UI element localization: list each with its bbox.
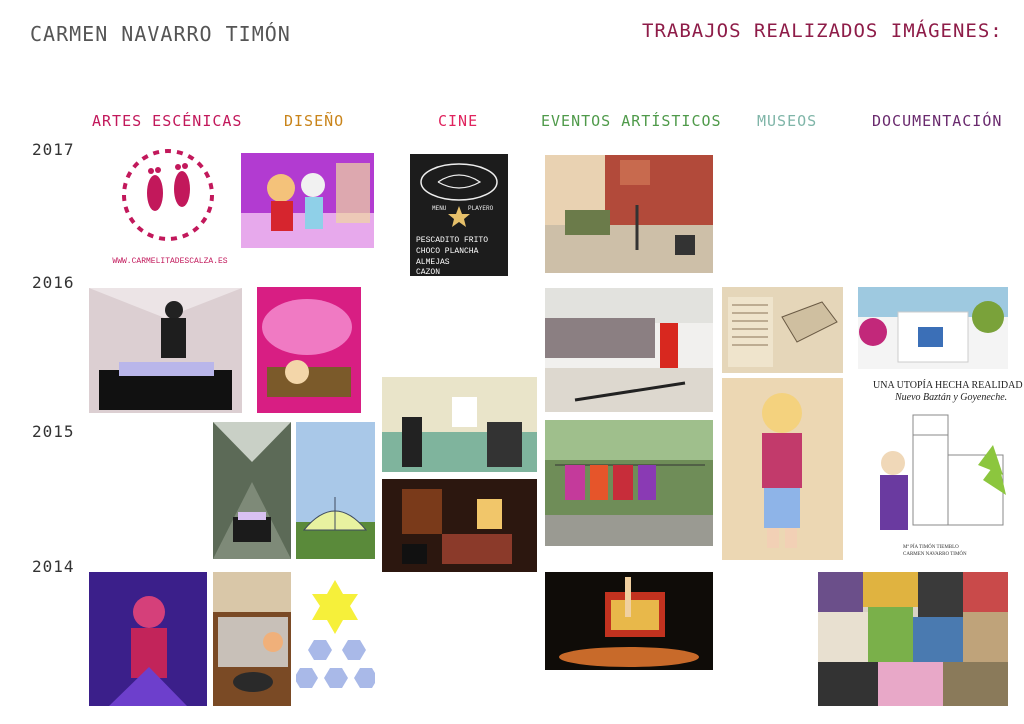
- museum-text-line1: UNA UTOPÍA HECHA REALIDAD: [873, 380, 1023, 391]
- illustration-museum-character: [722, 378, 843, 560]
- category-cine: CINE: [438, 112, 479, 130]
- museum-credit-2: CARMEN NAVARRO TIMÓN: [903, 552, 967, 557]
- year-2014: 2014: [32, 557, 75, 576]
- graphic-hexagon-pattern: [296, 578, 375, 697]
- menu-chalkboard: MENU PLAYERO PESCADITO FRITO CHOCO PLANC…: [410, 154, 508, 276]
- playero-label: PLAYERO: [468, 205, 494, 212]
- illustration-nuevo-baztan: [858, 405, 1008, 543]
- photo-documentacion-house: [858, 287, 1008, 369]
- logo-url: WWW.CARMELITADESCALZA.ES: [112, 257, 227, 266]
- category-diseno: DISEÑO: [284, 112, 345, 130]
- photo-film-set-bedroom: [382, 479, 537, 572]
- menu-line-4: CAZON: [416, 268, 440, 276]
- collage-documentacion: [818, 572, 1008, 706]
- menu-line-3: ALMEJAS: [416, 258, 450, 267]
- photo-theatre-stage: [545, 572, 713, 670]
- category-museos: MUSEOS: [757, 112, 818, 130]
- museum-credit-1: Mª PÍA TIMÓN TIEMBLO: [903, 545, 959, 550]
- year-2017: 2017: [32, 140, 75, 159]
- photo-film-set-room: [382, 377, 537, 472]
- page-title: TRABAJOS REALIZADOS IMÁGENES:: [642, 20, 1003, 42]
- year-2015: 2015: [32, 422, 75, 441]
- photo-museum-panel: [722, 287, 843, 373]
- photo-outdoor-fabrics: [545, 420, 713, 546]
- author-name: CARMEN NAVARRO TIMÓN: [30, 22, 291, 46]
- photo-diseno-pink-object: [257, 287, 361, 413]
- photo-street-performance: [545, 288, 713, 412]
- photo-dome-tent: [296, 422, 375, 559]
- photo-castle-event: [545, 155, 713, 273]
- footprints-logo: WWW.CARMELITADESCALZA.ES: [110, 145, 230, 270]
- photo-tent-performance: [213, 422, 291, 559]
- menu-line-2: CHOCO PLANCHA: [416, 247, 479, 256]
- photo-puppet-stage: [89, 288, 242, 413]
- category-documentacion: DOCUMENTACIÓN: [872, 112, 1003, 130]
- year-2016: 2016: [32, 273, 75, 292]
- menu-label: MENU: [432, 205, 447, 212]
- menu-line-1: PESCADITO FRITO: [416, 236, 488, 245]
- photo-bedroom-scene: [213, 572, 291, 706]
- category-eventos-artisticos: EVENTOS ARTÍSTICOS: [541, 112, 722, 130]
- category-artes-escenicas: ARTES ESCÉNICAS: [92, 112, 243, 130]
- museum-text-line2: Nuevo Baztán y Goyeneche.: [895, 392, 1008, 403]
- photo-stage-figure: [89, 572, 207, 706]
- photo-diseno-puppets: [241, 153, 374, 248]
